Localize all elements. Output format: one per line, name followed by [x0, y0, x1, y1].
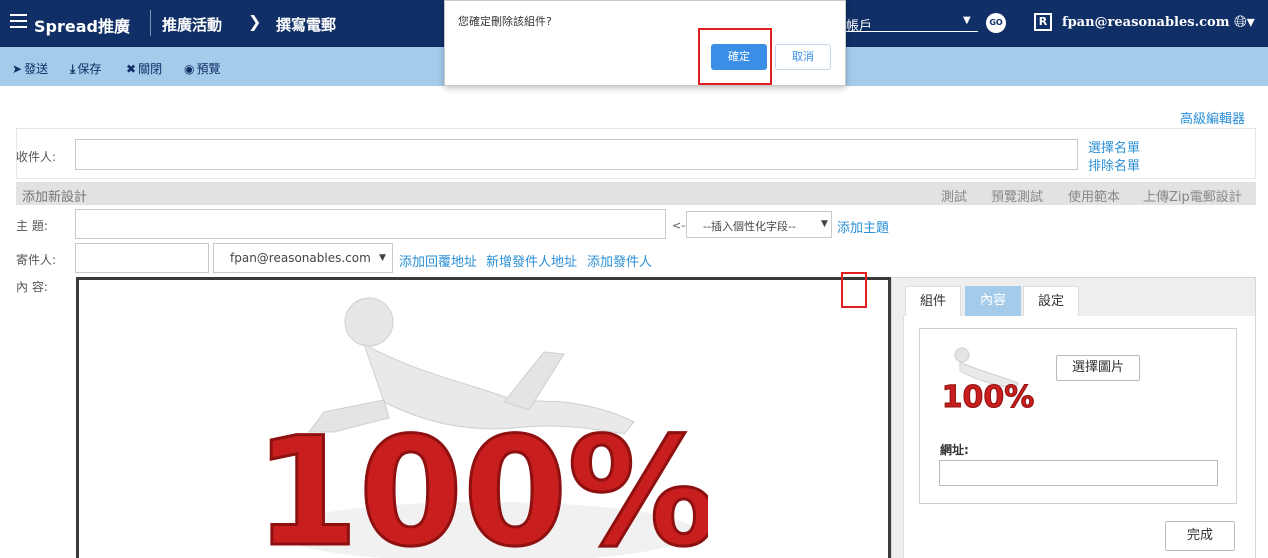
save-button[interactable]: ⤓ 保存 — [70, 60, 101, 77]
send-button[interactable]: ➤ 發送 — [12, 60, 48, 77]
done-button[interactable]: 完成 — [1165, 521, 1235, 551]
sender-name-input[interactable] — [75, 243, 209, 273]
subject-label: 主 題: — [16, 219, 48, 233]
preview-button[interactable]: ◉ 預覽 — [184, 60, 221, 77]
tab-settings[interactable]: 設定 — [1023, 286, 1079, 316]
go-button[interactable]: GO — [986, 13, 1006, 33]
globe-icon[interactable]: 🌐︎▾ — [1234, 12, 1255, 32]
edit-pencil-icon[interactable]: ✎ — [822, 282, 834, 298]
thumbnail-text: 100% — [942, 380, 1035, 415]
r-badge-icon: R — [1034, 13, 1052, 31]
upload-zip-link[interactable]: 上傳Zip電郵設計 — [1143, 186, 1242, 205]
preview-test-link[interactable]: 預覽測試 — [991, 186, 1043, 205]
download-icon: ⤓ — [70, 62, 76, 76]
close-button[interactable]: ✖ 關閉 — [126, 60, 162, 77]
menu-icon[interactable] — [10, 14, 27, 28]
tab-content[interactable]: 內容 — [965, 286, 1021, 316]
design-bar: 添加新設計 測試 預覽測試 使用範本 上傳Zip電郵設計 — [16, 182, 1256, 205]
eye-icon: ◉ — [184, 62, 195, 76]
highlight-box — [698, 28, 772, 85]
close-icon: ✖ — [126, 62, 137, 76]
dialog-message: 您確定刪除該組件? — [458, 15, 552, 28]
recipients-label: 收件人: — [16, 150, 57, 164]
breadcrumb-campaigns[interactable]: 推廣活動 — [162, 14, 222, 35]
breadcrumb-compose-email: 撰寫電郵 — [276, 16, 337, 34]
content-label: 內 容: — [16, 280, 48, 294]
highlight-box — [841, 272, 867, 308]
account-select-value: 帳戶 — [846, 19, 873, 34]
add-sender-address-link[interactable]: 新增發件人地址 — [486, 251, 577, 270]
use-template-link[interactable]: 使用範本 — [1068, 186, 1120, 205]
add-icon[interactable]: ⊞ — [868, 282, 879, 297]
add-sender-link[interactable]: 添加發件人 — [587, 251, 652, 270]
chevron-right-icon: ❯ — [248, 12, 262, 31]
tab-components[interactable]: 組件 — [905, 286, 961, 316]
hero-image[interactable]: 100% — [264, 282, 708, 558]
brand-title[interactable]: Spread推廣 — [34, 13, 130, 37]
test-link[interactable]: 測試 — [941, 186, 967, 205]
exclude-list-link[interactable]: 排除名單 — [1088, 155, 1140, 174]
email-design-canvas[interactable]: 100% — [76, 277, 891, 558]
user-email[interactable]: fpan@reasonables.com — [1062, 15, 1229, 30]
sender-email-select[interactable]: fpan@reasonables.com ▼ — [213, 243, 393, 273]
send-icon: ➤ — [12, 62, 23, 76]
url-label: 網址: — [940, 443, 969, 457]
caret-down-icon: ▼ — [963, 15, 971, 26]
add-new-design[interactable]: 添加新設計 — [22, 186, 87, 205]
url-input[interactable] — [939, 460, 1218, 486]
caret-down-icon: ▼ — [379, 253, 386, 263]
move-icon[interactable]: ✥ — [792, 282, 804, 298]
subject-input[interactable] — [75, 209, 666, 239]
choose-image-button[interactable]: 選擇圖片 — [1056, 355, 1140, 381]
cancel-button[interactable]: 取消 — [775, 44, 831, 70]
add-subject-link[interactable]: 添加主題 — [837, 217, 889, 236]
recipients-input[interactable] — [75, 139, 1078, 170]
divider — [150, 10, 151, 36]
personalize-field-select[interactable]: --插入個性化字段-- ▼ — [686, 211, 832, 238]
sender-label: 寄件人: — [16, 253, 57, 267]
select-list-link[interactable]: 選擇名單 — [1088, 137, 1140, 156]
image-thumbnail: 100% — [941, 347, 1035, 416]
confirm-delete-dialog: 您確定刪除該組件? 確定 取消 — [444, 0, 846, 86]
add-reply-address-link[interactable]: 添加回覆地址 — [399, 251, 477, 270]
hero-image-text: 100% — [264, 406, 708, 558]
caret-down-icon: ▼ — [821, 219, 828, 229]
advanced-editor-link[interactable]: 高級編輯器 — [1180, 108, 1245, 127]
